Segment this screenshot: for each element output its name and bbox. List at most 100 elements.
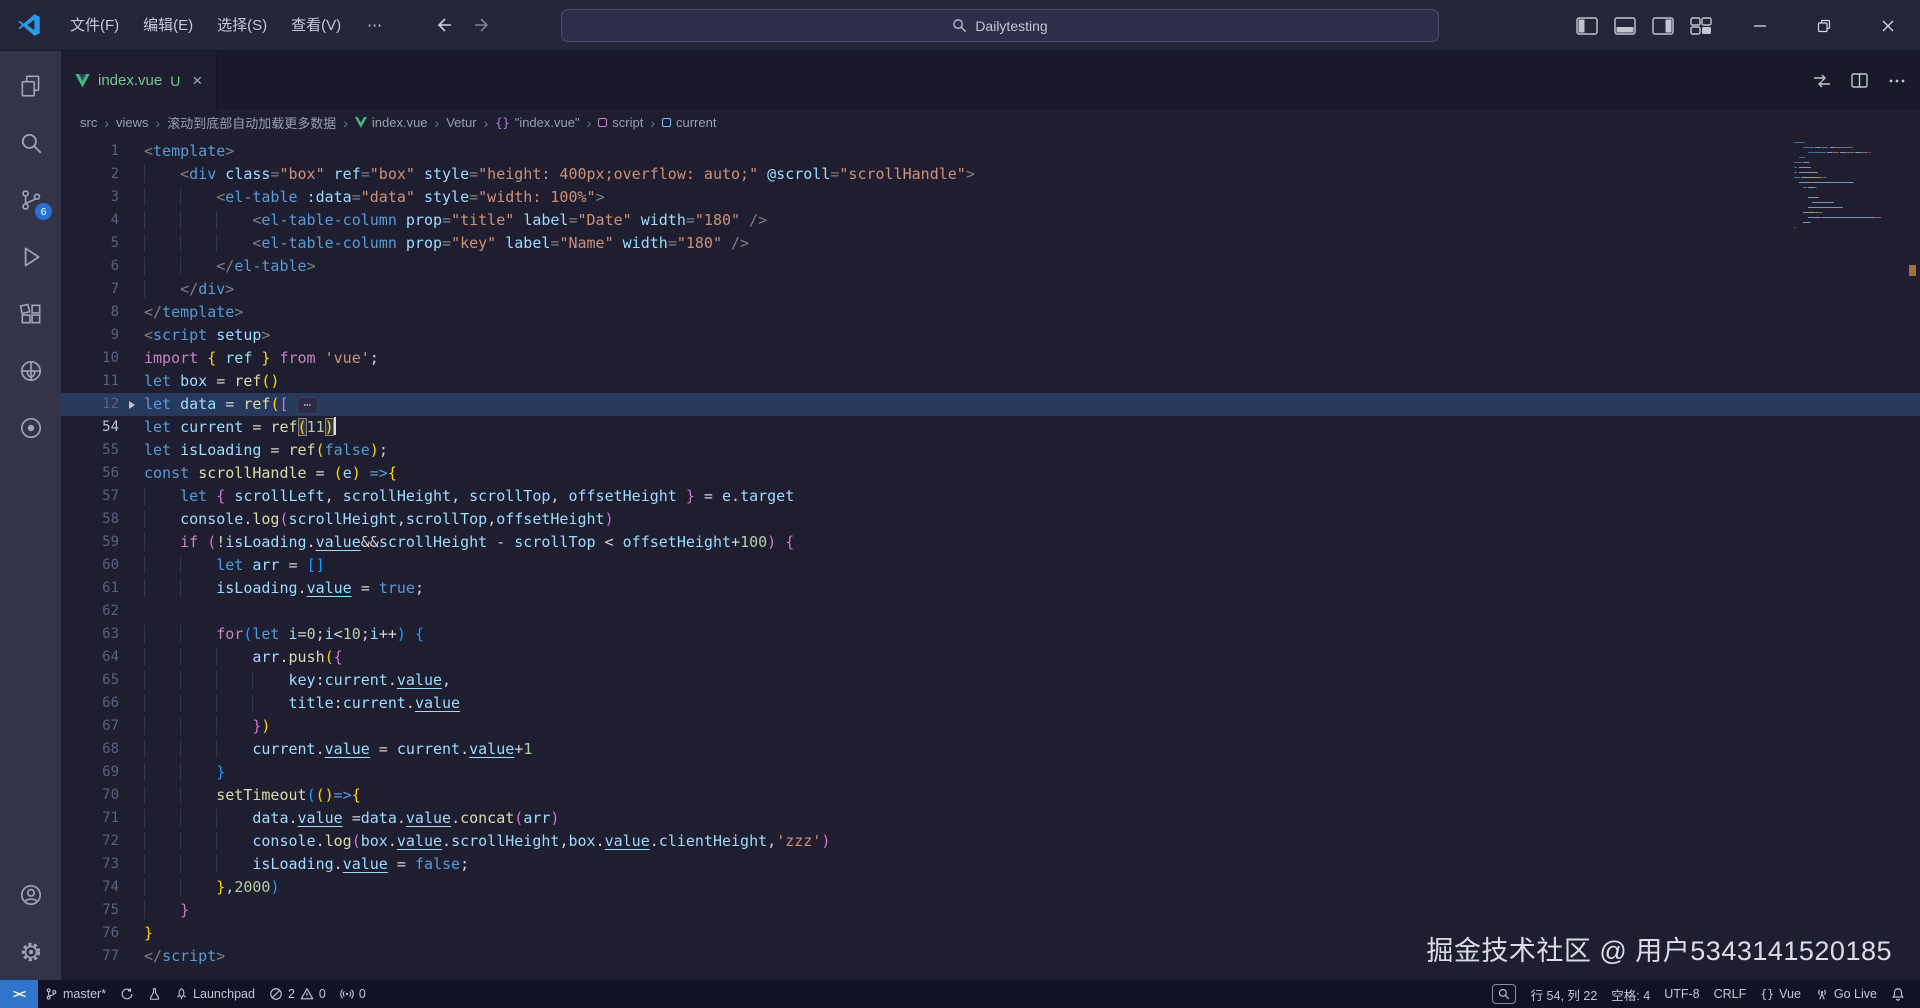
code-line[interactable]: 74 },2000) (61, 876, 1920, 899)
toggle-panel-icon[interactable] (1614, 17, 1636, 35)
code-line[interactable]: 60 let arr = [] (61, 554, 1920, 577)
breadcrumb-item[interactable]: current (662, 115, 716, 130)
extensions-icon[interactable] (0, 285, 61, 342)
code-line[interactable]: 71 data.value =data.value.concat(arr) (61, 807, 1920, 830)
indentation-setting[interactable]: 空格: 4 (1604, 980, 1657, 1008)
breadcrumb-item[interactable]: src (80, 115, 97, 130)
code-line[interactable]: 12let data = ref([⋯ (61, 393, 1920, 416)
menu-more[interactable]: ⋯ (353, 0, 397, 51)
beaker-button[interactable] (141, 980, 168, 1008)
customize-layout-icon[interactable] (1690, 17, 1712, 35)
back-arrow-icon[interactable] (435, 17, 453, 33)
code-line[interactable]: 62 (61, 600, 1920, 623)
remote-indicator[interactable]: >< (0, 980, 38, 1008)
git-branch-icon (45, 987, 58, 1001)
cursor-position[interactable]: 行 54, 列 22 (1524, 980, 1605, 1008)
minimap[interactable] (1794, 140, 1906, 230)
code-line[interactable]: 66 title:current.value (61, 692, 1920, 715)
code-line[interactable]: 5 <el-table-column prop="key" label="Nam… (61, 232, 1920, 255)
line-number: 65 (61, 669, 119, 692)
code-line[interactable]: 58 console.log(scrollHeight,scrollTop,of… (61, 508, 1920, 531)
close-button[interactable] (1856, 0, 1920, 51)
problems-button[interactable]: 2 0 (262, 980, 333, 1008)
tab-close-icon[interactable]: × (192, 72, 202, 89)
code-line[interactable]: 64 arr.push({ (61, 646, 1920, 669)
menu-view[interactable]: 查看(V) (279, 0, 353, 51)
settings-gear-icon[interactable] (0, 923, 61, 980)
code-line[interactable]: 63 for(let i=0;i<10;i++) { (61, 623, 1920, 646)
code-line[interactable]: 70 setTimeout(()=>{ (61, 784, 1920, 807)
code-line[interactable]: 59 if (!isLoading.value&&scrollHeight - … (61, 531, 1920, 554)
forward-arrow-icon[interactable] (473, 17, 491, 33)
remote-explorer-icon[interactable] (0, 342, 61, 399)
menu-edit[interactable]: 编辑(E) (131, 0, 205, 51)
search-icon[interactable] (0, 114, 61, 171)
code-line[interactable]: 72 console.log(box.value.scrollHeight,bo… (61, 830, 1920, 853)
open-changes-icon[interactable] (1813, 73, 1831, 89)
breadcrumb-item[interactable]: Vetur (446, 115, 476, 130)
code-line[interactable]: 56const scrollHandle = (e) =>{ (61, 462, 1920, 485)
breadcrumb-separator: › (435, 115, 440, 131)
line-number: 6 (61, 255, 119, 278)
code-line[interactable]: 54let current = ref(11) (61, 416, 1920, 439)
encoding-setting[interactable]: UTF-8 (1657, 980, 1706, 1008)
toggle-secondary-sidebar-icon[interactable] (1652, 17, 1674, 35)
code-line[interactable]: 9<script setup> (61, 324, 1920, 347)
language-mode[interactable]: {} Vue (1753, 980, 1808, 1008)
line-number: 54 (61, 416, 119, 439)
code-line[interactable]: 6 </el-table> (61, 255, 1920, 278)
explorer-icon[interactable] (0, 57, 61, 114)
minimap-line (1794, 143, 1906, 146)
minimap-line (1794, 228, 1906, 231)
zoom-button[interactable] (1492, 984, 1516, 1004)
breadcrumb-item[interactable]: script (598, 115, 643, 130)
launchpad-button[interactable]: Launchpad (168, 980, 262, 1008)
tab-index-vue[interactable]: index.vue U × (61, 51, 217, 110)
breadcrumb-item[interactable]: views (116, 115, 149, 130)
restore-button[interactable] (1792, 0, 1856, 51)
breadcrumb-item[interactable]: 滚动到底部自动加载更多数据 (167, 113, 336, 132)
menu-file[interactable]: 文件(F) (58, 0, 131, 51)
command-center-search[interactable]: Dailytesting (561, 9, 1439, 42)
editor-scrollbar[interactable] (1906, 135, 1920, 980)
code-line[interactable]: 57 let { scrollLeft, scrollHeight, scrol… (61, 485, 1920, 508)
more-actions-icon[interactable] (1888, 73, 1906, 89)
ports-button[interactable]: 0 (333, 980, 373, 1008)
code-line[interactable]: 65 key:current.value, (61, 669, 1920, 692)
code-line[interactable]: 10import { ref } from 'vue'; (61, 347, 1920, 370)
code-line[interactable]: 75 } (61, 899, 1920, 922)
code-line[interactable]: 69 } (61, 761, 1920, 784)
notifications-button[interactable] (1884, 980, 1912, 1008)
menu-selection[interactable]: 选择(S) (205, 0, 279, 51)
code-line[interactable]: 3 <el-table :data="data" style="width: 1… (61, 186, 1920, 209)
run-debug-icon[interactable] (0, 228, 61, 285)
ports-count: 0 (359, 987, 366, 1001)
toggle-sidebar-icon[interactable] (1576, 17, 1598, 35)
breadcrumb-item[interactable]: {}"index.vue" (495, 115, 579, 130)
code-line[interactable]: 1<template> (61, 140, 1920, 163)
tab-bar: index.vue U × (61, 51, 1920, 110)
line-number: 62 (61, 600, 119, 623)
code-line[interactable]: 68 current.value = current.value+1 (61, 738, 1920, 761)
code-line[interactable]: 11let box = ref() (61, 370, 1920, 393)
code-line[interactable]: 8</template> (61, 301, 1920, 324)
breadcrumb-item[interactable]: index.vue (355, 115, 428, 130)
code-line[interactable]: 2 <div class="box" ref="box" style="heig… (61, 163, 1920, 186)
code-line[interactable]: 61 isLoading.value = true; (61, 577, 1920, 600)
code-line[interactable]: 73 isLoading.value = false; (61, 853, 1920, 876)
sync-button[interactable] (113, 980, 141, 1008)
code-line[interactable]: 55let isLoading = ref(false); (61, 439, 1920, 462)
source-control-icon[interactable]: 6 (0, 171, 61, 228)
fold-chevron-icon[interactable] (119, 401, 144, 409)
minimize-button[interactable] (1728, 0, 1792, 51)
eol-setting[interactable]: CRLF (1707, 980, 1754, 1008)
code-line[interactable]: 4 <el-table-column prop="title" label="D… (61, 209, 1920, 232)
testing-icon[interactable] (0, 399, 61, 456)
split-editor-icon[interactable] (1851, 73, 1868, 88)
code-line[interactable]: 67 }) (61, 715, 1920, 738)
git-branch-item[interactable]: master* (38, 980, 113, 1008)
accounts-icon[interactable] (0, 866, 61, 923)
breadcrumb-separator: › (156, 115, 161, 131)
code-line[interactable]: 7 </div> (61, 278, 1920, 301)
go-live-button[interactable]: Go Live (1808, 980, 1884, 1008)
